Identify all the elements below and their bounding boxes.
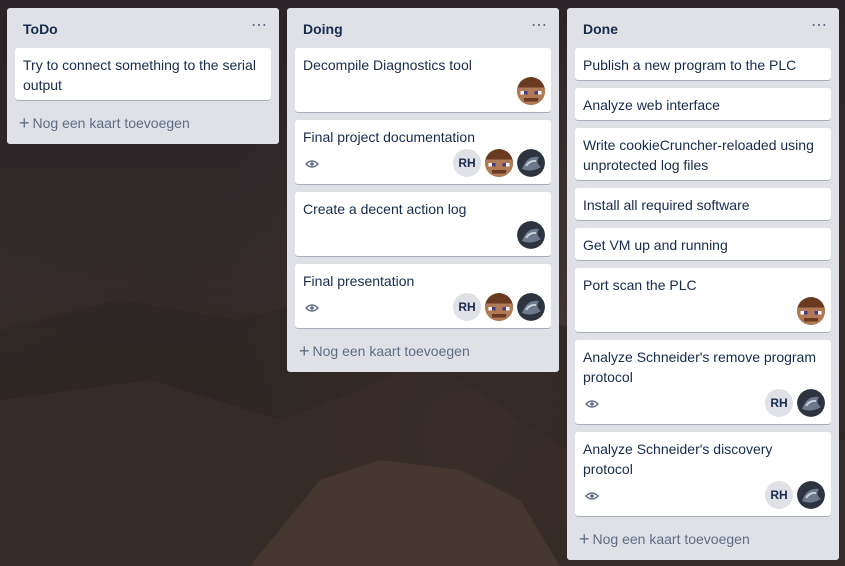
card-badges: RH [583, 389, 825, 421]
card[interactable]: Create a decent action log [295, 192, 551, 256]
list-doing: Doing ⋯ Decompile Diagnostics tool Final… [287, 8, 559, 372]
card-title: Install all required software [583, 197, 750, 213]
card[interactable]: Analyze Schneider's discovery protocol R… [575, 432, 831, 516]
card[interactable]: Publish a new program to the PLC [575, 48, 831, 80]
add-card-label: Nog een kaart toevoegen [592, 531, 750, 547]
avatar-dark[interactable] [797, 481, 825, 509]
list-title: ToDo [23, 21, 58, 37]
card-title: Write cookieCruncher-reloaded using unpr… [583, 137, 814, 173]
card[interactable]: Analyze web interface [575, 88, 831, 120]
card[interactable]: Install all required software [575, 188, 831, 220]
plus-icon: + [19, 113, 30, 133]
list-header: ToDo ⋯ [7, 8, 279, 48]
avatar-initials[interactable]: RH [453, 293, 481, 321]
add-card-button[interactable]: + Nog een kaart toevoegen [15, 108, 271, 138]
list-header: Doing ⋯ [287, 8, 559, 48]
card[interactable]: Final project documentation RH [295, 120, 551, 184]
card-badges: RH [583, 481, 825, 513]
card-title: Analyze Schneider's discovery protocol [583, 441, 773, 477]
eye-icon [585, 400, 599, 408]
avatar-minecraft[interactable] [485, 149, 513, 177]
eye-icon [585, 492, 599, 500]
card-badges: RH [303, 149, 545, 181]
card[interactable]: Try to connect something to the serial o… [15, 48, 271, 100]
add-card-label: Nog een kaart toevoegen [32, 115, 190, 131]
avatar-dark[interactable] [517, 221, 545, 249]
card[interactable]: Get VM up and running [575, 228, 831, 260]
avatar-minecraft[interactable] [517, 77, 545, 105]
card-title: Publish a new program to the PLC [583, 57, 797, 73]
list-title: Done [583, 21, 618, 37]
add-card-button[interactable]: + Nog een kaart toevoegen [295, 336, 551, 366]
card-title: Try to connect something to the serial o… [23, 57, 256, 93]
avatar-dark[interactable] [517, 293, 545, 321]
avatar-minecraft[interactable] [797, 297, 825, 325]
card-badges [303, 77, 545, 109]
card-badges: RH [303, 293, 545, 325]
card-badges [303, 221, 545, 253]
add-card-label: Nog een kaart toevoegen [312, 343, 470, 359]
plus-icon: + [579, 529, 590, 549]
card-title: Create a decent action log [303, 201, 467, 217]
list-header: Done ⋯ [567, 8, 839, 48]
card[interactable]: Final presentation RH [295, 264, 551, 328]
more-icon[interactable]: ⋯ [811, 18, 827, 34]
avatar-initials[interactable]: RH [765, 481, 793, 509]
list-done: Done ⋯ Publish a new program to the PLC … [567, 8, 839, 560]
card[interactable]: Analyze Schneider's remove program proto… [575, 340, 831, 424]
plus-icon: + [299, 341, 310, 361]
avatar-dark[interactable] [797, 389, 825, 417]
card-title: Final presentation [303, 273, 415, 289]
card-title: Final project documentation [303, 129, 475, 145]
more-icon[interactable]: ⋯ [531, 18, 547, 34]
list-todo: ToDo ⋯ Try to connect something to the s… [7, 8, 279, 144]
avatar-initials[interactable]: RH [453, 149, 481, 177]
card-title: Analyze web interface [583, 97, 720, 113]
card-title: Analyze Schneider's remove program proto… [583, 349, 817, 385]
avatar-initials[interactable]: RH [765, 389, 793, 417]
card-badges [583, 297, 825, 329]
card-title: Decompile Diagnostics tool [303, 57, 472, 73]
card[interactable]: Write cookieCruncher-reloaded using unpr… [575, 128, 831, 180]
card-title: Get VM up and running [583, 237, 728, 253]
add-card-button[interactable]: + Nog een kaart toevoegen [575, 524, 831, 554]
card[interactable]: Decompile Diagnostics tool [295, 48, 551, 112]
avatar-minecraft[interactable] [485, 293, 513, 321]
eye-icon [305, 160, 319, 168]
list-title: Doing [303, 21, 343, 37]
more-icon[interactable]: ⋯ [251, 18, 267, 34]
avatar-dark[interactable] [517, 149, 545, 177]
card[interactable]: Port scan the PLC [575, 268, 831, 332]
eye-icon [305, 304, 319, 312]
card-title: Port scan the PLC [583, 277, 697, 293]
